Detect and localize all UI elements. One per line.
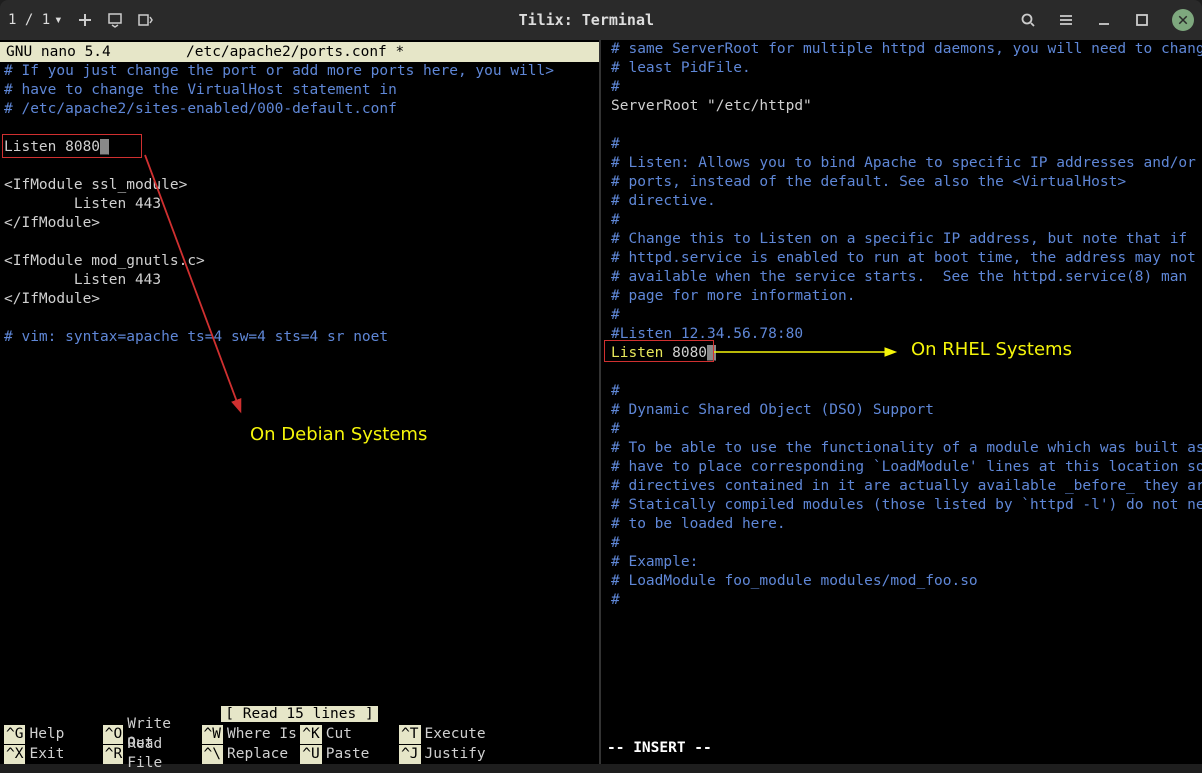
nano-line: Listen 443 [0,195,599,214]
vim-line: # [607,382,1202,401]
split-right-icon[interactable] [137,12,153,28]
nano-help-bar: ^GHelp ^OWrite Out ^WWhere Is ^KCut ^TEx… [0,724,599,764]
vim-line: # [607,306,1202,325]
nano-help-item[interactable]: ^RRead File [103,744,202,764]
vim-line: # to be loaded here. [607,515,1202,534]
nano-line: Listen 443 [0,271,599,290]
nano-line: # vim: syntax=apache ts=4 sw=4 sts=4 sr … [0,328,599,347]
vim-line: # [607,78,1202,97]
vim-line [607,116,1202,135]
vim-line: # Example: [607,553,1202,572]
session-indicator[interactable]: 1 / 1 ▾ [8,12,63,28]
annotation-debian: On Debian Systems [250,425,427,444]
nano-line: </IfModule> [0,214,599,233]
nano-help-item[interactable]: ^TExecute [399,724,498,744]
close-icon[interactable] [1172,9,1194,31]
nano-listen-line: Listen 8080_ [0,138,599,157]
nano-help-item[interactable]: ^UPaste [300,744,399,764]
vim-line: # have to place corresponding `LoadModul… [607,458,1202,477]
vim-line: ServerRoot "/etc/httpd" [607,97,1202,116]
nano-line: # If you just change the port or add mor… [0,62,599,81]
vim-line: # [607,591,1202,610]
vim-line: # [607,211,1202,230]
vim-line: # [607,420,1202,439]
vim-line: # available when the service starts. See… [607,268,1202,287]
vim-line: # Change this to Listen on a specific IP… [607,230,1202,249]
window-title: Tilix: Terminal [153,11,1020,29]
vim-line: # page for more information. [607,287,1202,306]
nano-help-item[interactable]: ^GHelp [4,724,103,744]
vim-line: # LoadModule foo_module modules/mod_foo.… [607,572,1202,591]
vim-line: # Dynamic Shared Object (DSO) Support [607,401,1202,420]
nano-titlebar: GNU nano 5.4 /etc/apache2/ports.conf * [0,42,599,62]
nano-line: # have to change the VirtualHost stateme… [0,81,599,100]
vim-mode-indicator: -- INSERT -- [607,739,712,758]
nano-help-item[interactable]: ^\Replace [202,744,301,764]
session-count-text: 1 / 1 [8,12,50,28]
vim-line: #Listen 12.34.56.78:80 [607,325,1202,344]
terminal-panes: GNU nano 5.4 /etc/apache2/ports.conf * #… [0,40,1202,764]
nano-line: # /etc/apache2/sites-enabled/000-default… [0,100,599,119]
search-icon[interactable] [1020,12,1036,28]
minimize-icon[interactable] [1096,12,1112,28]
chevron-down-icon: ▾ [54,12,62,28]
left-terminal-pane[interactable]: GNU nano 5.4 /etc/apache2/ports.conf * #… [0,40,601,764]
nano-help-item[interactable]: ^XExit [4,744,103,764]
nano-file-name: /etc/apache2/ports.conf * [186,42,593,62]
maximize-icon[interactable] [1134,12,1150,28]
nano-help-item[interactable]: ^JJustify [399,744,498,764]
nano-line: <IfModule mod_gnutls.c> [0,252,599,271]
nano-help-item[interactable]: ^KCut [300,724,399,744]
vim-line: # Listen: Allows you to bind Apache to s… [607,154,1202,173]
vim-line: # least PidFile. [607,59,1202,78]
nano-app-name: GNU nano 5.4 [6,42,186,62]
nano-status-line: [ Read 15 lines ] [0,705,599,724]
nano-line: <IfModule ssl_module> [0,176,599,195]
vim-line: # directives contained in it are actuall… [607,477,1202,496]
nano-help-item[interactable]: ^WWhere Is [202,724,301,744]
nano-line: </IfModule> [0,290,599,309]
vim-line: # [607,135,1202,154]
vim-line: # directive. [607,192,1202,211]
vim-line: # To be able to use the functionality of… [607,439,1202,458]
vim-line: # [607,534,1202,553]
vim-line: # same ServerRoot for multiple httpd dae… [607,40,1202,59]
menu-icon[interactable] [1058,12,1074,28]
nano-line [0,309,599,328]
nano-line [0,119,599,138]
add-terminal-icon[interactable] [77,12,93,28]
vim-line: # httpd.service is enabled to run at boo… [607,249,1202,268]
vim-line [607,363,1202,382]
split-down-icon[interactable] [107,12,123,28]
nano-line [0,233,599,252]
right-terminal-pane[interactable]: # same ServerRoot for multiple httpd dae… [601,40,1202,764]
titlebar: 1 / 1 ▾ Tilix: Terminal [0,0,1202,40]
nano-line [0,157,599,176]
vim-listen-line: Listen 8080_ [607,344,1202,363]
vim-line: # ports, instead of the default. See als… [607,173,1202,192]
vim-line: # Statically compiled modules (those lis… [607,496,1202,515]
